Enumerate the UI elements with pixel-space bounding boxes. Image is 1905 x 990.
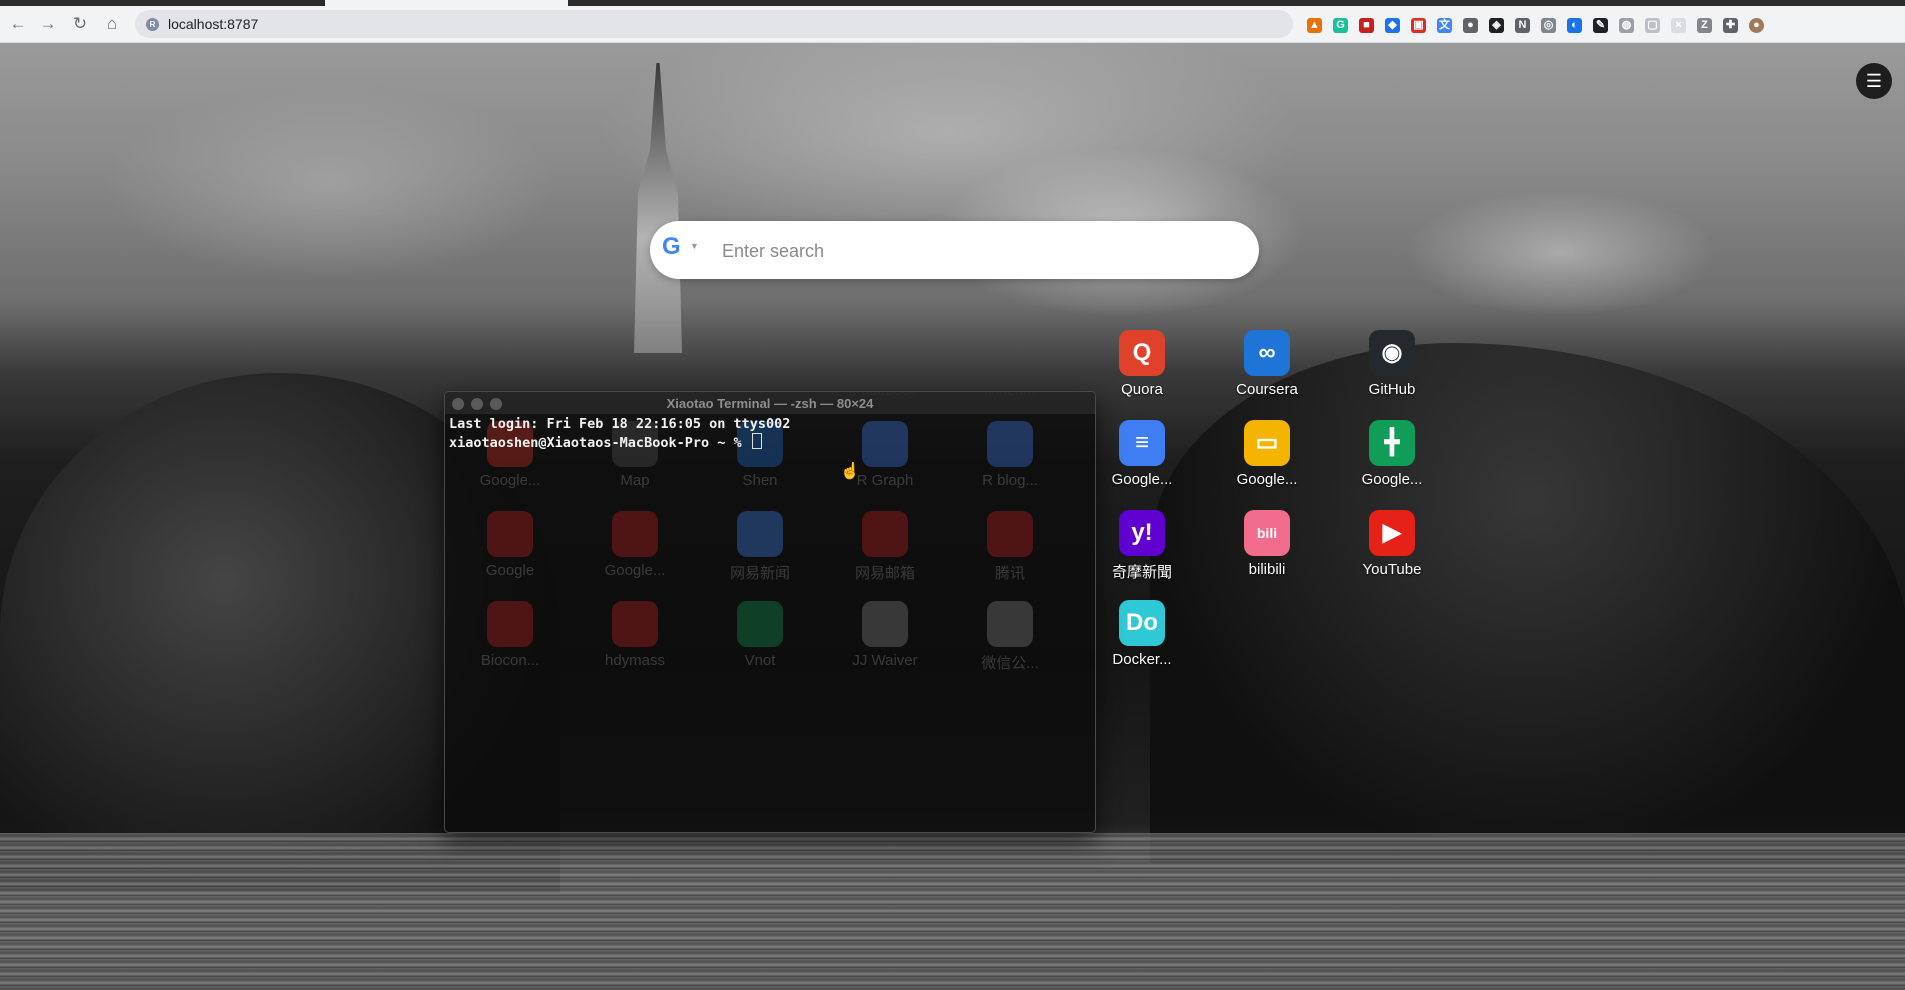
shortcut-tile[interactable]: Q Quora [1087,330,1197,410]
obscured-shortcut-icon [737,601,783,647]
grammarly-icon[interactable]: G [1333,18,1348,33]
browser-toolbar: ← → ↻ ⌂ R localhost:8787 ▲ G ■ ◆ ▣ 文 ● ◈ N ◎ ◐ ✎ ◍ ▢ ×… [0,6,1905,43]
obscured-shortcut-label: hdymass [604,652,666,669]
obscured-shortcut-label: 网易新闻 [729,565,790,582]
obscured-shortcut-label: Biocon... [480,652,540,669]
shortcut-tile[interactable]: bili bilibili [1212,510,1322,590]
ext-8-icon[interactable]: ◈ [1489,18,1504,33]
mouse-pointer-icon: ☝ [840,463,860,480]
terminal-title: Xiaotao Terminal — -zsh — 80×24 [666,396,874,411]
shortcut-icon: ▶ [1369,510,1415,556]
shortcut-tile[interactable]: ∞ Coursera [1212,330,1322,410]
shortcut-tile[interactable]: ╋ Google... [1337,420,1447,500]
google-engine-icon[interactable]: G [662,235,686,259]
shortcut-icon: ◉ [1369,330,1415,376]
shortcut-icon: bili [1244,510,1290,556]
obscured-shortcut-label: Google... [479,472,541,489]
home-button[interactable]: ⌂ [102,14,122,34]
obscured-shortcut-icon [862,421,908,467]
obscured-shortcut-icon [612,601,658,647]
ext-4-icon[interactable]: ◆ [1385,18,1400,33]
ext-11-icon[interactable]: ◐ [1567,18,1582,33]
ext-13-icon[interactable]: ◍ [1619,18,1634,33]
translate-icon[interactable]: 文 [1437,18,1452,33]
extensions-puzzle-icon[interactable]: ✚ [1723,18,1738,33]
shortcut-label: Coursera [1236,381,1298,398]
terminal-window[interactable]: FacebooklinkedinGoogle...MapShenR GraphR… [444,391,1096,833]
forward-button[interactable]: → [38,14,58,34]
ext-15-icon[interactable]: × [1671,18,1686,33]
shortcut-label: Quora [1121,381,1163,398]
ext-16-icon[interactable]: Z [1697,18,1712,33]
shortcut-icon: y! [1119,510,1165,556]
shortcut-label: 奇摩新聞 [1111,564,1172,581]
obscured-shortcut-label: Google [485,562,535,579]
ext-3-icon[interactable]: ■ [1359,18,1374,33]
google-g-glyph: G [662,233,681,260]
shortcut-icon: ∞ [1244,330,1290,376]
page-menu-button[interactable]: ☰ [1856,63,1892,99]
terminal-prompt: xiaotaoshen@Xiaotaos-MacBook-Pro ~ % [449,435,750,451]
shortcut-tile[interactable]: ≡ Google... [1087,420,1197,500]
new-tab-page: ☰ G ▼ Q Quora ∞ Coursera ◉ GitHub ≡ Google... ▭ G… [0,43,1905,990]
search-input[interactable] [720,237,1224,265]
obscured-shortcut-label: Shen [742,472,778,489]
site-info-icon[interactable]: R [146,18,159,31]
shortcut-label: GitHub [1368,381,1416,398]
address-bar[interactable]: R localhost:8787 [135,10,1293,38]
ext-5-icon[interactable]: ▣ [1411,18,1426,33]
shortcut-icon: Do [1119,600,1165,646]
obscured-shortcut-icon [737,511,783,557]
obscured-shortcut-label: 微信公... [981,655,1039,672]
back-button[interactable]: ← [8,14,28,34]
obscured-shortcut-icon [487,601,533,647]
shortcut-label: Google... [1111,471,1173,488]
obscured-shortcut-label: JJ Waiver [852,652,918,669]
obscured-shortcut-label: Google... [604,562,666,579]
terminal-cursor [751,433,762,449]
obscured-shortcut-icon [487,511,533,557]
shortcut-tile[interactable]: ▶ YouTube [1337,510,1447,590]
terminal-prompt-line[interactable]: xiaotaoshen@Xiaotaos-MacBook-Pro ~ % [449,433,762,451]
shortcut-tile[interactable]: Do Docker... [1087,600,1197,680]
shortcut-tile[interactable]: ▭ Google... [1212,420,1322,500]
ext-10-icon[interactable]: ◎ [1541,18,1556,33]
obscured-shortcut-label: R blog... [982,472,1038,489]
shortcut-icon: ≡ [1119,420,1165,466]
obscured-shortcut-icon [612,511,658,557]
ext-1-icon[interactable]: ▲ [1307,18,1322,33]
ext-12-icon[interactable]: ✎ [1593,18,1608,33]
shortcut-label: Docker... [1112,651,1172,668]
shortcut-icon: ▭ [1244,420,1290,466]
ext-7-icon[interactable]: ● [1463,18,1478,33]
search-bar[interactable]: G ▼ [650,221,1259,279]
address-url[interactable]: localhost:8787 [168,16,258,32]
shortcut-tile[interactable]: ◉ GitHub [1337,330,1447,410]
ext-14-icon[interactable]: ▢ [1645,18,1660,33]
shortcut-label: Google... [1236,471,1298,488]
shortcut-tile[interactable]: y! 奇摩新聞 [1087,510,1197,590]
shortcut-icon: Q [1119,330,1165,376]
shortcut-icon: ╋ [1369,420,1415,466]
ext-9-icon[interactable]: N [1515,18,1530,33]
shortcut-label: YouTube [1362,561,1422,578]
obscured-shortcut-label: 腾讯 [994,565,1025,582]
obscured-shortcut-label: 网易邮箱 [854,565,915,582]
profile-avatar[interactable]: ● [1749,18,1764,33]
obscured-shortcut-label: Vnot [744,652,776,669]
engine-dropdown-caret-icon[interactable]: ▼ [690,241,699,251]
obscured-shortcut-icon [987,511,1033,557]
obscured-shortcut-icon [987,421,1033,467]
shortcut-label: bilibili [1248,561,1286,578]
background-church-tower [634,63,682,353]
reload-button[interactable]: ↻ [70,14,90,34]
shortcut-label: Google... [1361,471,1423,488]
obscured-shortcut-icon [862,511,908,557]
terminal-titlebar[interactable]: Xiaotao Terminal — -zsh — 80×24 [445,392,1095,414]
terminal-last-login-line: Last login: Fri Feb 18 22:16:05 on ttys0… [449,416,791,432]
obscured-shortcut-icon [987,601,1033,647]
obscured-shortcut-label: Map [620,472,650,489]
background-lake [0,833,1905,990]
obscured-shortcut-icon [862,601,908,647]
